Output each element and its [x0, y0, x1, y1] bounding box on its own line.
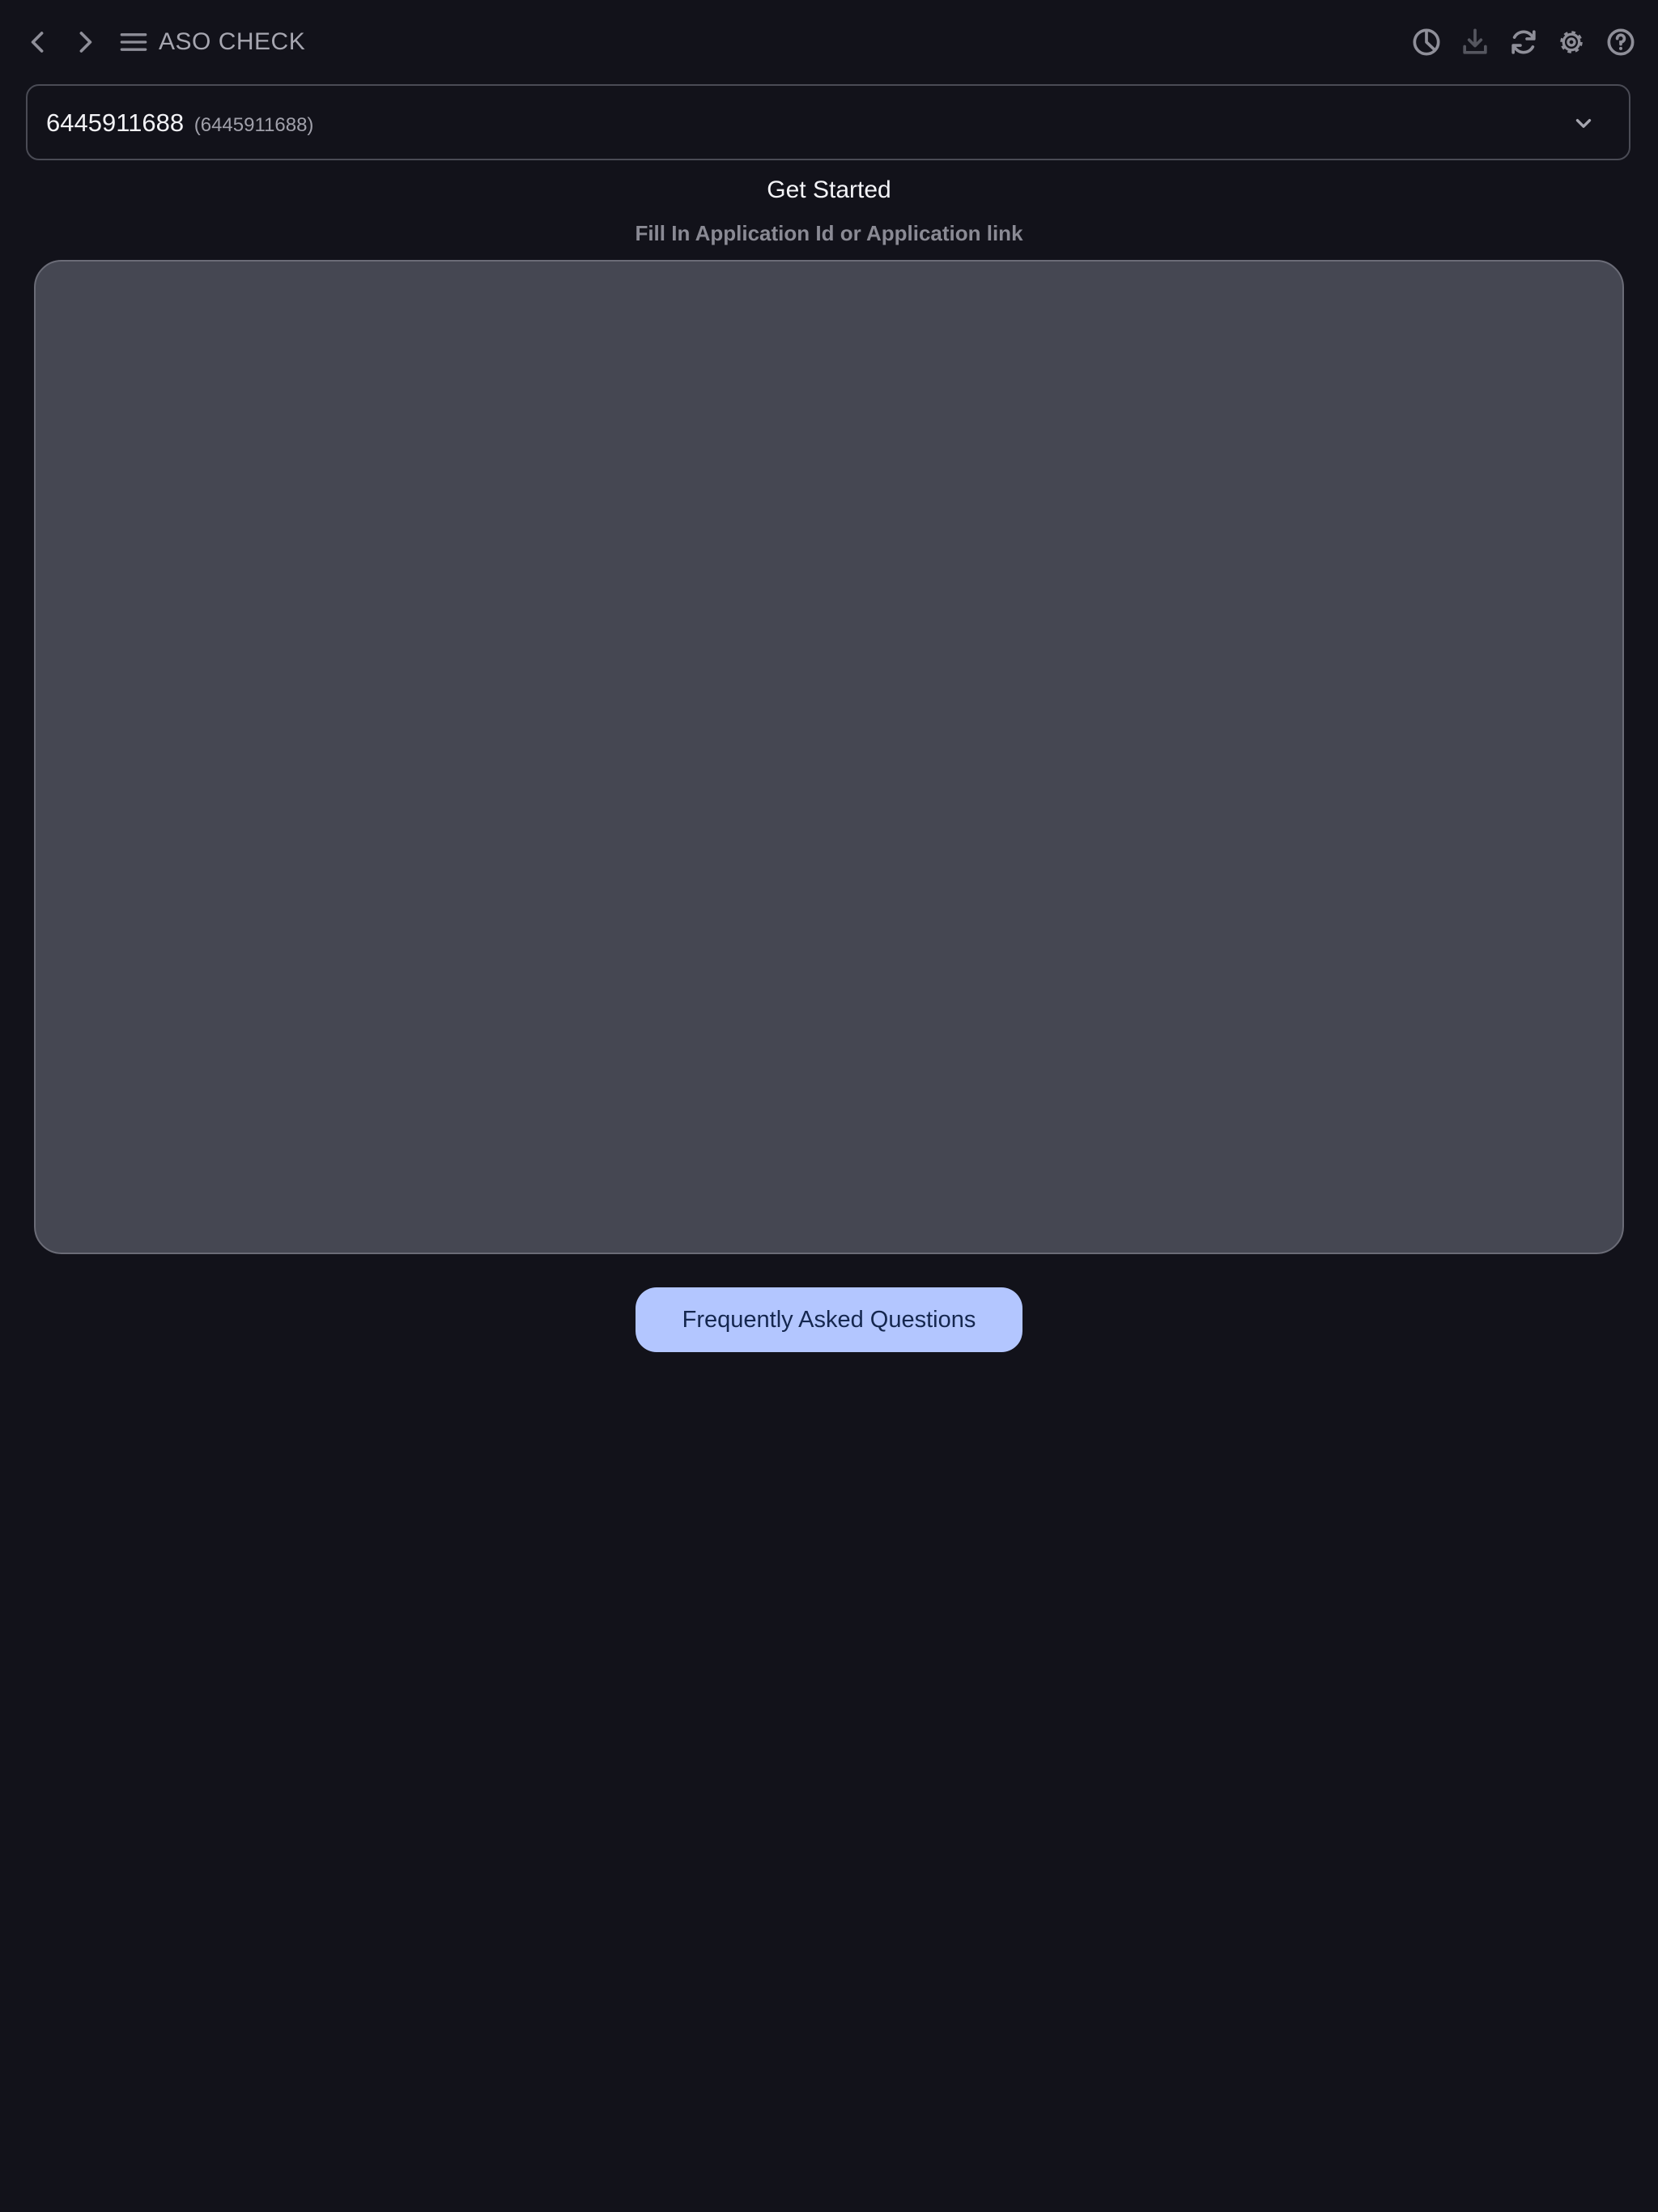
forward-button[interactable]	[60, 17, 110, 67]
application-select[interactable]: 6445911688 (6445911688)	[26, 84, 1630, 160]
application-id-input[interactable]	[34, 260, 1624, 1254]
faq-button[interactable]: Frequently Asked Questions	[636, 1287, 1022, 1352]
gear-icon	[1560, 31, 1583, 53]
menu-button[interactable]	[108, 17, 159, 67]
page-title: Get Started	[767, 177, 891, 203]
chevron-down-icon	[1575, 119, 1592, 128]
statistics-button[interactable]	[1401, 17, 1452, 67]
instruction-text: Fill In Application Id or Application li…	[635, 221, 1023, 245]
hamburger-menu-icon	[120, 33, 147, 51]
refresh-icon	[1511, 30, 1536, 54]
back-button[interactable]	[13, 17, 63, 67]
app-title: ASO CHECK	[159, 28, 306, 55]
top-toolbar: ASO CHECK	[0, 0, 1658, 84]
chevron-left-icon	[31, 32, 44, 53]
refresh-button[interactable]	[1499, 17, 1549, 67]
settings-button[interactable]	[1546, 17, 1596, 67]
help-button[interactable]	[1596, 17, 1646, 67]
download-icon	[1463, 28, 1487, 54]
chevron-right-icon	[79, 32, 92, 53]
download-button[interactable]	[1450, 17, 1500, 67]
selected-application-detail: (6445911688)	[193, 114, 314, 136]
help-icon	[1607, 28, 1635, 56]
selected-application-id: 6445911688	[46, 108, 185, 137]
pie-chart-icon	[1413, 28, 1440, 56]
selected-application: 6445911688 (6445911688)	[46, 107, 313, 142]
